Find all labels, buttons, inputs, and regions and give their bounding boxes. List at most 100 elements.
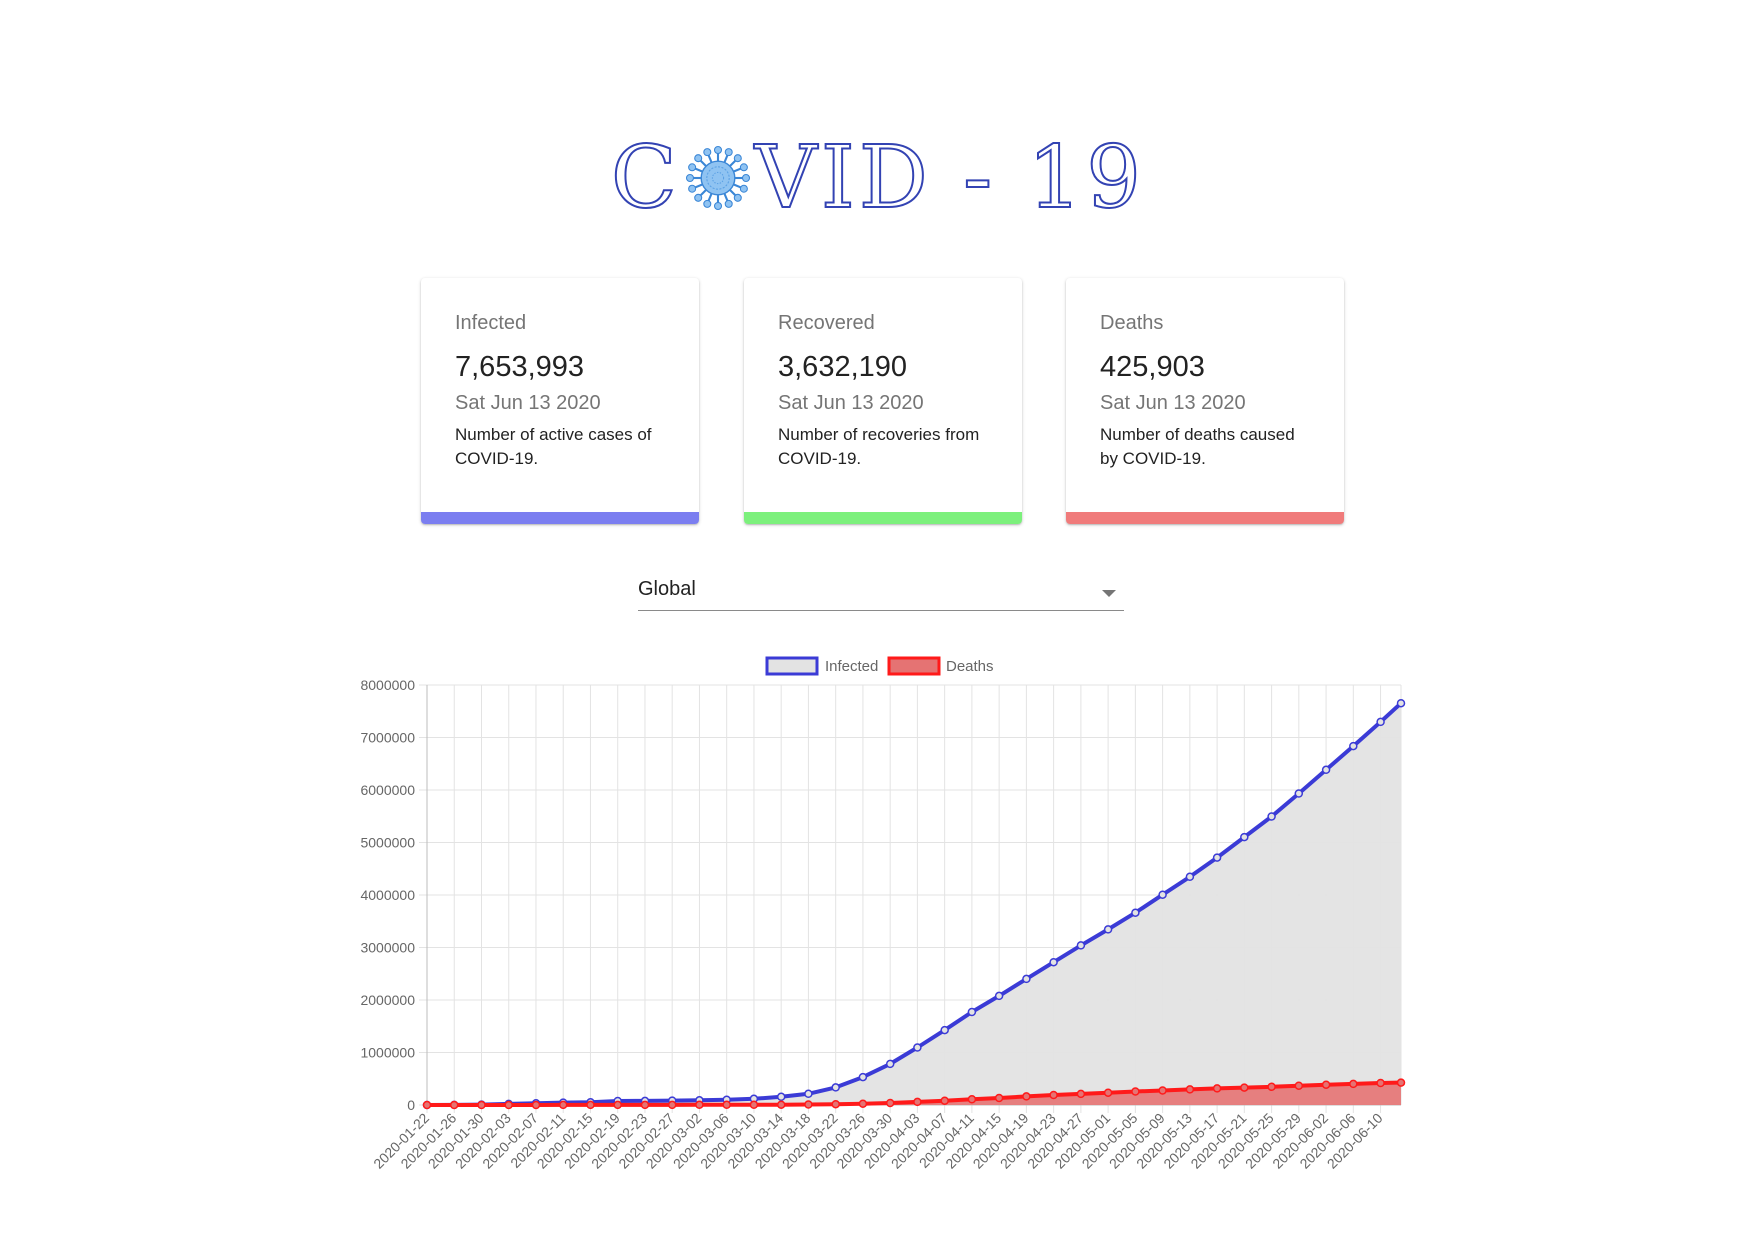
- card-date: Sat Jun 13 2020: [1100, 392, 1246, 414]
- data-point: [831, 1099, 840, 1109]
- data-point: [1212, 1084, 1222, 1093]
- data-point: [1131, 1087, 1140, 1096]
- data-point: [1376, 717, 1385, 727]
- data-point: [1049, 1090, 1058, 1100]
- data-point: [1294, 789, 1304, 798]
- data-point: [1396, 698, 1406, 708]
- data-point: [994, 1093, 1004, 1103]
- data-point: [967, 1007, 977, 1017]
- data-point: [858, 1072, 868, 1082]
- data-point: [913, 1043, 922, 1052]
- card-color-bar: [744, 512, 1022, 524]
- data-point: [449, 1100, 459, 1110]
- data-point: [940, 1025, 949, 1035]
- legend-label: Infected: [825, 658, 878, 675]
- recovered-card: Recovered 3,632,190 Sat Jun 13 2020 Numb…: [744, 278, 1022, 524]
- data-point: [586, 1100, 595, 1110]
- data-point: [776, 1092, 786, 1102]
- logo-text-right: VID - 19: [754, 127, 1145, 229]
- data-point: [1076, 1089, 1086, 1099]
- data-point: [804, 1100, 813, 1109]
- card-date: Sat Jun 13 2020: [778, 392, 924, 414]
- y-tick-label: 4000000: [360, 887, 415, 903]
- data-point: [1185, 872, 1195, 882]
- data-point: [558, 1100, 568, 1110]
- data-point: [1294, 1081, 1304, 1090]
- data-point: [1349, 741, 1358, 751]
- data-point: [1103, 925, 1113, 934]
- logo-text-left: C: [610, 127, 681, 229]
- data-point: [1103, 1088, 1113, 1097]
- infected-card: Infected 7,653,993 Sat Jun 13 2020 Numbe…: [421, 278, 699, 524]
- country-select[interactable]: Global: [638, 570, 1124, 611]
- card-value: 3,632,190: [778, 351, 908, 383]
- data-point: [913, 1097, 922, 1107]
- card-value: 425,903: [1100, 351, 1205, 383]
- data-point: [667, 1100, 677, 1110]
- data-point: [1267, 1082, 1276, 1092]
- y-tick-label: 6000000: [360, 782, 415, 798]
- data-point: [1349, 1079, 1358, 1089]
- data-point: [1267, 812, 1276, 821]
- data-point: [994, 991, 1004, 1001]
- y-tick-label: 5000000: [360, 835, 415, 851]
- deaths-card: Deaths 425,903 Sat Jun 13 2020 Number of…: [1066, 278, 1344, 524]
- card-color-bar: [421, 512, 699, 524]
- data-point: [1022, 974, 1031, 984]
- data-point: [804, 1089, 813, 1099]
- data-point: [531, 1100, 541, 1110]
- data-point: [1049, 957, 1058, 967]
- data-point: [1185, 1085, 1195, 1094]
- data-point: [1212, 853, 1222, 862]
- legend-label: Deaths: [946, 658, 994, 675]
- card-description: Number of active cases of COVID-19.: [455, 425, 652, 468]
- data-point: [1321, 765, 1331, 775]
- card-value: 7,653,993: [455, 351, 585, 383]
- card-title: Deaths: [1100, 312, 1164, 334]
- data-point: [776, 1100, 786, 1109]
- data-point: [1022, 1092, 1031, 1101]
- y-tick-label: 8000000: [360, 677, 415, 693]
- data-point: [1321, 1080, 1331, 1089]
- data-point: [477, 1100, 486, 1110]
- data-point: [831, 1083, 840, 1092]
- y-tick-label: 1000000: [360, 1045, 415, 1061]
- data-point: [885, 1059, 895, 1069]
- data-point: [1131, 908, 1140, 917]
- data-point: [422, 1100, 432, 1110]
- chevron-down-icon[interactable]: [1102, 590, 1116, 597]
- coronavirus-icon: [685, 145, 750, 211]
- data-point: [1376, 1078, 1385, 1088]
- data-point: [1158, 890, 1167, 899]
- data-point: [858, 1099, 868, 1108]
- data-point: [1240, 832, 1249, 842]
- y-tick-label: 0: [407, 1097, 415, 1113]
- card-date: Sat Jun 13 2020: [455, 392, 601, 414]
- y-tick-label: 3000000: [360, 940, 415, 956]
- data-point: [967, 1095, 977, 1104]
- card-description: Number of deaths caused by COVID-19.: [1100, 425, 1295, 468]
- covid-line-chart: Infected Deaths 0 1000000 2000000 3000000 4000…: [360, 656, 1406, 1172]
- data-point: [749, 1100, 759, 1110]
- data-point: [1396, 1078, 1406, 1087]
- card-color-bar: [1066, 512, 1344, 524]
- y-tick-label: 7000000: [360, 730, 415, 746]
- data-point: [640, 1100, 650, 1110]
- data-point: [722, 1100, 731, 1110]
- card-title: Recovered: [778, 312, 875, 334]
- country-select-value: Global: [638, 578, 696, 600]
- legend-swatch: [887, 656, 941, 676]
- y-tick-label: 2000000: [360, 992, 415, 1008]
- data-point: [695, 1100, 704, 1110]
- data-point: [1240, 1083, 1249, 1092]
- legend-swatch: [765, 656, 819, 676]
- series-area-infected: [427, 703, 1401, 1105]
- card-title: Infected: [455, 312, 527, 334]
- data-point: [1158, 1086, 1167, 1095]
- logo-title: C VID - 19: [610, 127, 1145, 229]
- data-point: [613, 1100, 622, 1110]
- data-point: [504, 1100, 513, 1110]
- data-point: [1076, 941, 1086, 950]
- chart-legend: Infected Deaths: [765, 656, 994, 676]
- data-point: [940, 1096, 949, 1105]
